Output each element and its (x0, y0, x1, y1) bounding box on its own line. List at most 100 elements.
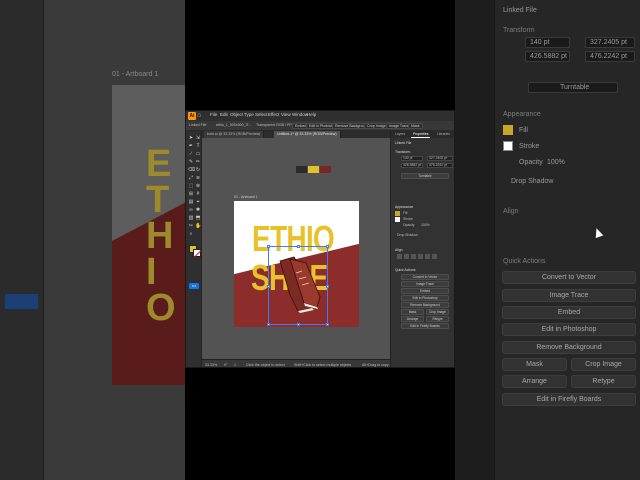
control-bar: Linked File ethio_1_500x500_IT... Transp… (186, 121, 454, 131)
scale-icon[interactable]: ⤢ (188, 175, 194, 181)
perspective-icon[interactable]: ⊞ (188, 191, 194, 197)
eraser-icon[interactable]: ⌫ (188, 167, 195, 173)
pen-icon[interactable]: ✒ (188, 143, 194, 149)
resize-handle[interactable] (326, 285, 329, 288)
turntable-button[interactable]: Turntable (401, 173, 449, 179)
tools-panel: ••• ➤ ⇲ ✒ T ∕ ▭ ✎ ✏ ⌫ ↻ ⤢ ≋ ⬚ ⊕ ⊞ # ▤ ⌖ ∞ ✱ ▥ ⬒ ✂ ✋ ⌕ (186, 131, 202, 367)
edit-toolbar-button[interactable]: ••• (189, 283, 199, 289)
align-left-icon[interactable] (397, 254, 402, 259)
mask-button[interactable]: Mask (408, 123, 423, 129)
resize-handle[interactable] (326, 245, 329, 248)
swatch-maroon[interactable] (320, 166, 331, 173)
control-doc-label: ethio_1_500x500_IT... (216, 123, 252, 127)
swatch-dark[interactable] (296, 166, 307, 173)
zoom-level[interactable]: 33.33% (205, 363, 217, 367)
gradient-icon[interactable]: ▤ (188, 199, 194, 205)
opacity-value[interactable]: 100% (421, 223, 430, 227)
width-field[interactable]: 426.5882 pt (403, 163, 421, 167)
artboard-icon[interactable]: ⬒ (195, 215, 201, 221)
pencil-icon[interactable]: ✏ (195, 159, 201, 165)
shape-builder-icon[interactable]: ⊕ (195, 183, 201, 189)
align-top-icon[interactable] (418, 254, 423, 259)
height-field[interactable]: 476.2242 pt (429, 163, 447, 167)
mesh-icon[interactable]: # (195, 191, 201, 197)
resize-handle[interactable] (297, 323, 300, 326)
image-trace-panel-button[interactable]: Image Trace (401, 281, 449, 287)
background-letter: I (146, 251, 157, 293)
width-icon[interactable]: ≋ (195, 175, 201, 181)
menu-select[interactable]: Select (255, 112, 268, 117)
app-logo: Ai (188, 112, 196, 120)
resize-handle[interactable] (267, 245, 270, 248)
rotate-value[interactable]: 0° (224, 363, 227, 367)
menu-edit[interactable]: Edit (220, 112, 228, 117)
quick-actions-heading: Quick Actions (395, 268, 416, 272)
resize-handle[interactable] (297, 245, 300, 248)
status-hint-2: Shift+Click to select multiple objects (294, 363, 352, 367)
menu-object[interactable]: Object (230, 112, 243, 117)
blend-icon[interactable]: ∞ (188, 207, 194, 213)
menu-file[interactable]: File (210, 112, 217, 117)
resize-handle[interactable] (267, 285, 270, 288)
tab-properties[interactable]: Properties (411, 131, 431, 138)
align-middle-icon[interactable] (425, 254, 430, 259)
background-artwork: E T H I O (112, 85, 185, 385)
menu-effect[interactable]: Effect (268, 112, 279, 117)
symbol-icon[interactable]: ✱ (195, 207, 201, 213)
tab-document-1[interactable]: bold.ai @ 33.33% (RGB/Preview) (204, 131, 265, 138)
embed-panel-button[interactable]: Embed (401, 288, 449, 294)
y-field[interactable]: 327.2405 pt (429, 156, 447, 160)
align-heading: Align (395, 248, 403, 252)
stroke-swatch[interactable] (193, 249, 201, 257)
selection-icon[interactable]: ➤ (188, 135, 194, 141)
appearance-heading: Appearance (395, 205, 414, 209)
direct-selection-icon[interactable]: ⇲ (195, 135, 201, 141)
free-transform-icon[interactable]: ⬚ (188, 183, 194, 189)
selection-bounding-box[interactable] (267, 245, 329, 326)
canvas-area[interactable]: 01 - Artboard 1 ETHIO SHOE (202, 138, 390, 367)
edit-in-photoshop-panel-button[interactable]: Edit in Photoshop (401, 295, 449, 301)
menu-view[interactable]: View (281, 112, 291, 117)
crop-image-panel-button[interactable]: Crop Image (426, 309, 449, 315)
resize-handle[interactable] (267, 323, 270, 326)
align-bottom-icon[interactable] (432, 254, 437, 259)
rotate-icon[interactable]: ↻ (195, 167, 201, 173)
x-field[interactable]: 140 pt (403, 156, 412, 160)
hand-icon[interactable]: ✋ (195, 223, 201, 229)
edit-in-firefly-boards-button[interactable]: Edit in Firefly Boards (401, 323, 449, 329)
tab-layers[interactable]: Layers (393, 131, 407, 138)
tab-document-2[interactable]: Untitled-1* @ 33.33% (RGB/Preview) (274, 131, 341, 138)
slice-icon[interactable]: ✂ (188, 223, 194, 229)
swatch-yellow[interactable] (308, 166, 319, 173)
drop-shadow-label[interactable]: Drop Shadow (397, 233, 418, 237)
brush-icon[interactable]: ✎ (188, 159, 194, 165)
align-right-icon[interactable] (411, 254, 416, 259)
menu-bar: Ai ⌂ File Edit Object Type Select Effect… (186, 111, 454, 121)
type-icon[interactable]: T (195, 143, 201, 149)
menu-window[interactable]: Window (292, 112, 308, 117)
fill-swatch-panel[interactable] (395, 211, 400, 216)
retype-button[interactable]: Retype (426, 316, 449, 322)
artboard[interactable]: ETHIO SHOE (234, 201, 359, 327)
mask-panel-button[interactable]: Mask (401, 309, 424, 315)
graph-icon[interactable]: ▥ (188, 215, 194, 221)
line-icon[interactable]: ∕ (188, 151, 194, 157)
resize-handle[interactable] (326, 323, 329, 326)
align-center-icon[interactable] (404, 254, 409, 259)
stroke-label: Stroke (403, 217, 413, 221)
background-letter: O (146, 287, 176, 329)
tab-libraries[interactable]: Libraries (435, 131, 452, 138)
stroke-swatch-panel[interactable] (395, 217, 400, 222)
menu-help[interactable]: Help (307, 112, 316, 117)
background-letter: H (146, 215, 174, 257)
convert-to-vector-button[interactable]: Convert to Vector (401, 274, 449, 280)
arrange-button[interactable]: Arrange (401, 316, 424, 322)
artboard-number[interactable]: 1 (234, 363, 236, 367)
zoom-icon[interactable]: ⌕ (188, 231, 194, 237)
background-artboard-label: 01 - Artboard 1 (112, 71, 159, 78)
eyedropper-icon[interactable]: ⌖ (195, 199, 201, 205)
home-icon[interactable]: ⌂ (197, 112, 204, 119)
remove-background-panel-button[interactable]: Remove Background (401, 302, 449, 308)
menu-type[interactable]: Type (244, 112, 254, 117)
rectangle-icon[interactable]: ▭ (195, 151, 201, 157)
